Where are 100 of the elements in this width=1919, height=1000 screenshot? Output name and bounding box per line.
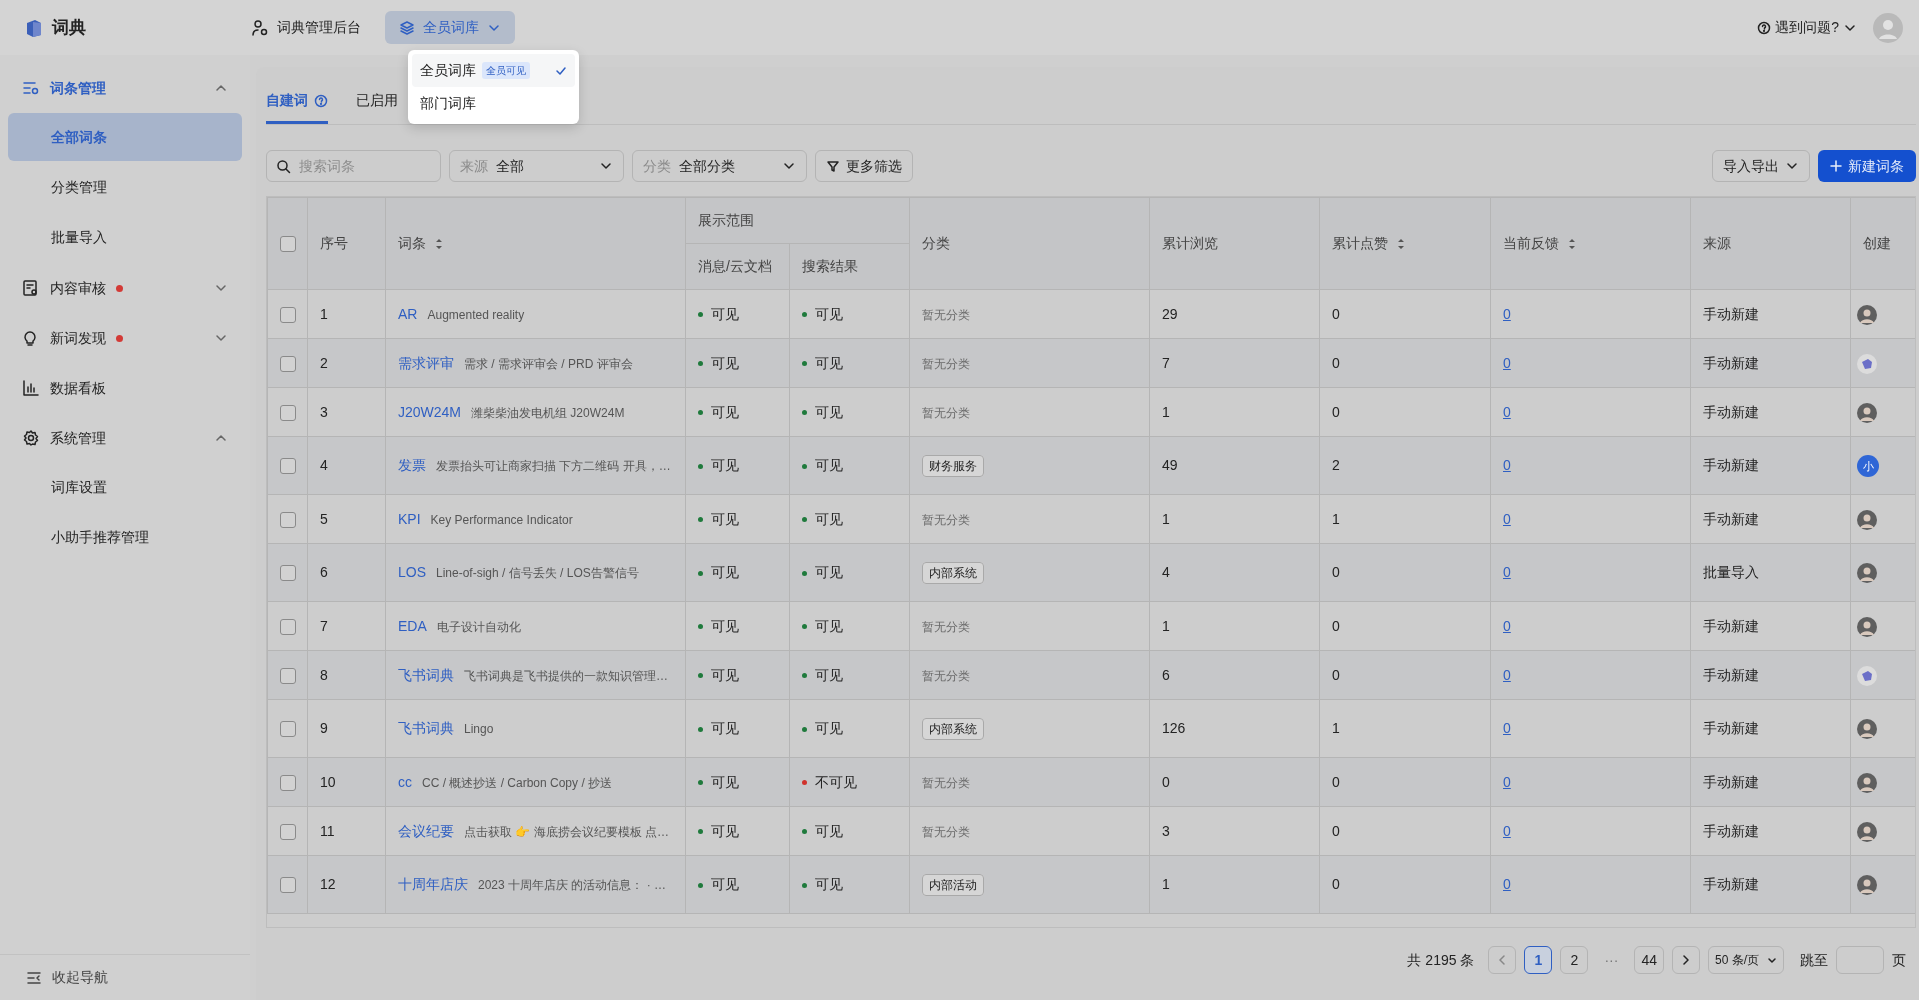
tab[interactable]: 已启用: [356, 90, 398, 124]
term-link[interactable]: 飞书词典: [398, 666, 454, 683]
feedback-link[interactable]: 0: [1503, 510, 1511, 527]
term-link[interactable]: 需求评审: [398, 354, 454, 371]
sidebar-group[interactable]: 新词发现: [8, 313, 242, 363]
row-checkbox[interactable]: [280, 877, 296, 894]
visibility-text: 可见: [711, 773, 739, 790]
term-link[interactable]: KPI: [398, 510, 421, 527]
table-cell: 手动新建: [1690, 387, 1851, 437]
category-text: 暂无分类: [922, 824, 970, 839]
sidebar-group[interactable]: 数据看板: [8, 363, 242, 413]
term-link[interactable]: 飞书词典: [398, 720, 454, 736]
avatar: [1857, 616, 1877, 637]
sidebar-group[interactable]: 系统管理: [8, 413, 242, 463]
row-checkbox[interactable]: [280, 565, 296, 582]
term-link[interactable]: cc: [398, 773, 412, 790]
page-button[interactable]: 2: [1560, 946, 1589, 974]
feedback-link[interactable]: 0: [1503, 354, 1511, 371]
create-term-button[interactable]: 新建词条: [1818, 150, 1916, 182]
sidebar-item[interactable]: 批量导入: [8, 213, 242, 261]
row-checkbox[interactable]: [280, 404, 296, 421]
feedback-link[interactable]: 0: [1503, 617, 1511, 634]
row-checkbox[interactable]: [280, 823, 296, 840]
feedback-link[interactable]: 0: [1503, 457, 1511, 473]
avatar[interactable]: [1873, 12, 1903, 43]
library-button[interactable]: 全员词库: [385, 11, 515, 44]
tab[interactable]: 自建词: [266, 90, 328, 124]
feedback-link[interactable]: 0: [1503, 773, 1511, 790]
previous-page-button[interactable]: [1488, 946, 1517, 974]
sidebar-group[interactable]: 词条管理: [8, 63, 242, 113]
filter-value: 全部分类: [679, 156, 735, 176]
table-cell: 手动新建: [1690, 699, 1851, 758]
sidebar-item[interactable]: 小助手推荐管理: [8, 513, 242, 561]
more-filters-button[interactable]: 更多筛选: [815, 150, 913, 182]
search-field[interactable]: 搜索词条: [266, 150, 441, 182]
filter-icon: [826, 159, 840, 173]
feedback-link[interactable]: 0: [1503, 720, 1511, 736]
row-checkbox[interactable]: [280, 511, 296, 528]
column-header: 词条: [385, 197, 686, 290]
source-select[interactable]: 来源 全部: [449, 150, 624, 182]
term-link[interactable]: J20W24M: [398, 403, 462, 420]
category-select[interactable]: 分类 全部分类: [632, 150, 807, 182]
term-description: CC / 概述抄送 / Carbon Copy / 抄送: [422, 775, 613, 790]
table-cell: 手动新建: [1690, 338, 1851, 388]
feedback-link[interactable]: 0: [1503, 403, 1511, 420]
term-link[interactable]: AR: [398, 305, 418, 322]
menu-item[interactable]: 全员词库 全员可见: [412, 54, 575, 87]
sidebar-item[interactable]: 词库设置: [8, 463, 242, 511]
feedback-link[interactable]: 0: [1503, 876, 1511, 892]
page-button[interactable]: 44: [1634, 946, 1664, 974]
term-link[interactable]: 会议纪要: [398, 822, 454, 839]
next-page-button[interactable]: [1672, 946, 1700, 974]
visibility-text: 可见: [711, 666, 739, 683]
row-checkbox[interactable]: [280, 618, 296, 635]
term-link[interactable]: LOS: [398, 564, 426, 580]
visibility-text: 可见: [711, 720, 739, 736]
sidebar-group[interactable]: 内容审核: [8, 263, 242, 313]
term-link[interactable]: 发票: [398, 457, 426, 473]
table-cell: 0: [1319, 757, 1491, 807]
help-icon: [1757, 20, 1772, 35]
user-gear-icon: [251, 18, 269, 37]
row-checkbox[interactable]: [280, 774, 296, 791]
chevron-right-icon: [1681, 955, 1691, 965]
row-checkbox[interactable]: [280, 306, 296, 323]
visibility-text: 可见: [815, 354, 843, 371]
visibility-text: 不可见: [815, 773, 857, 790]
import-export-button[interactable]: 导入导出: [1712, 150, 1810, 182]
collapse-nav-button[interactable]: 收起导航: [0, 954, 250, 1000]
sidebar-item[interactable]: 分类管理: [8, 163, 242, 211]
feedback-link[interactable]: 0: [1503, 564, 1511, 580]
visibility-text: 可见: [815, 822, 843, 839]
avatar: [1857, 821, 1877, 842]
row-checkbox[interactable]: [280, 667, 296, 684]
help-link[interactable]: 遇到问题?: [1757, 17, 1857, 38]
visibility-text: 可见: [815, 457, 843, 473]
feedback-link[interactable]: 0: [1503, 822, 1511, 839]
menu-item[interactable]: 部门词库: [412, 87, 575, 120]
term-link[interactable]: EDA: [398, 617, 427, 634]
caret-icon: [1767, 955, 1777, 965]
admin-link[interactable]: 词典管理后台: [251, 17, 361, 38]
column-header: 展示范围: [685, 197, 910, 244]
table-cell: 4: [307, 436, 386, 495]
page-button[interactable]: 1: [1524, 946, 1553, 974]
term-description: 需求 / 需求评审会 / PRD 评审会: [464, 356, 633, 371]
row-checkbox[interactable]: [280, 721, 296, 738]
sidebar-item[interactable]: 全部词条: [8, 113, 242, 161]
table-cell: 0: [1319, 338, 1491, 388]
row-checkbox[interactable]: [280, 458, 296, 475]
select-all-checkbox[interactable]: [280, 236, 296, 253]
feedback-link[interactable]: 0: [1503, 666, 1511, 683]
page-jump-field[interactable]: [1836, 946, 1884, 974]
term-link[interactable]: 十周年店庆: [398, 876, 468, 892]
table-cell: 0: [1319, 289, 1491, 339]
visibility-text: 可见: [711, 457, 739, 473]
avatar: [1857, 509, 1877, 530]
visibility-text: 可见: [711, 305, 739, 322]
page-size-select[interactable]: 50 条/页: [1708, 946, 1784, 974]
feedback-link[interactable]: 0: [1503, 305, 1511, 322]
visibility-text: 可见: [815, 510, 843, 527]
row-checkbox[interactable]: [280, 355, 296, 372]
